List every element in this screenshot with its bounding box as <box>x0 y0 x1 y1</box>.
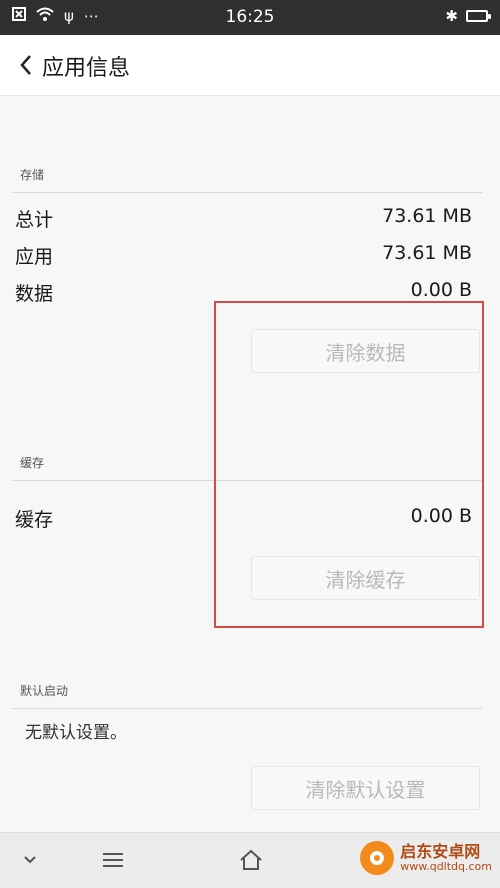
default-launch-section-title: 默认启动 <box>20 684 69 698</box>
cache-label: 缓存 <box>15 509 54 531</box>
watermark-title: 启东安卓网 <box>400 841 481 861</box>
storage-section-title: 存储 <box>20 168 45 182</box>
menu-icon[interactable] <box>97 845 129 875</box>
cache-section-title: 缓存 <box>20 456 45 470</box>
navigation-bar: 启东安卓网 www.qdltdq.com <box>0 832 500 888</box>
clear-defaults-button[interactable]: 清除默认设置 <box>251 766 480 810</box>
highlight-box <box>214 301 484 628</box>
default-launch-divider <box>12 708 482 709</box>
status-time: 16:25 <box>225 7 275 27</box>
storage-divider <box>12 192 482 193</box>
watermark-url: www.qdltdq.com <box>400 859 492 873</box>
chevron-down-icon[interactable] <box>14 845 46 875</box>
data-size-value: 0.00 B <box>410 279 472 301</box>
data-size-label: 数据 <box>15 283 54 305</box>
back-button[interactable] <box>12 47 40 83</box>
status-bar: ψ ⋯ 16:25 ✱ <box>0 0 500 35</box>
watermark-text: 启东安卓网 www.qdltdq.com <box>400 841 492 873</box>
no-default-text: 无默认设置。 <box>25 723 127 743</box>
status-right-icons: ✱ <box>445 7 491 25</box>
battery-icon <box>466 10 491 22</box>
watermark-logo-icon <box>360 841 395 875</box>
app-size-label: 应用 <box>15 246 54 268</box>
chevron-left-icon <box>20 55 31 75</box>
app-bar: 应用信息 <box>0 35 500 96</box>
watermark: 启东安卓网 www.qdltdq.com <box>360 841 492 875</box>
app-size-value: 73.61 MB <box>382 242 472 264</box>
bluetooth-icon: ✱ <box>445 7 458 25</box>
total-value: 73.61 MB <box>382 205 472 227</box>
total-label: 总计 <box>15 209 54 231</box>
home-icon[interactable] <box>235 845 267 875</box>
page-title: 应用信息 <box>42 56 131 81</box>
